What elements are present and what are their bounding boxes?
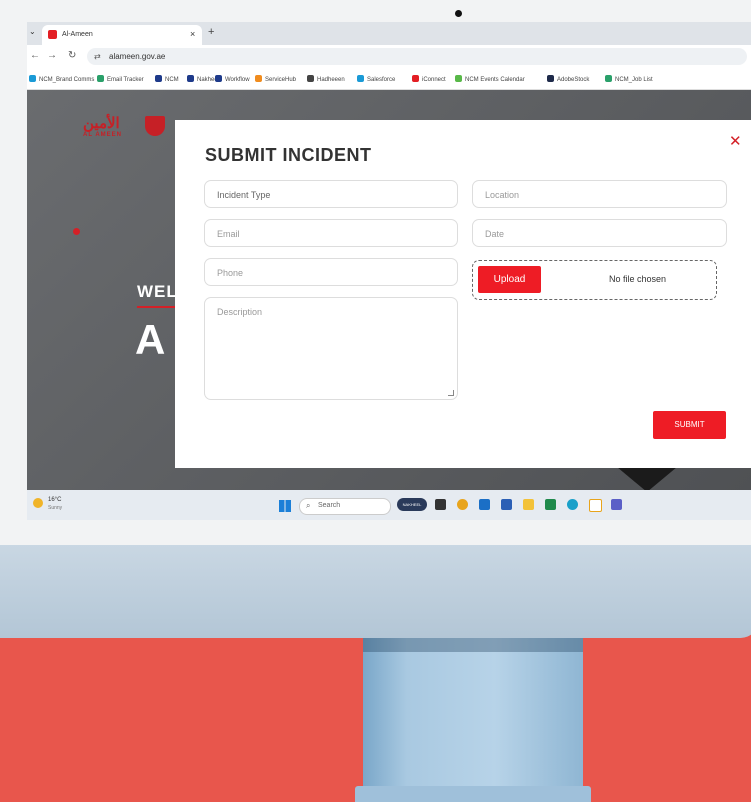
browser-tab-bar: ⌄ Al-Ameen × +	[27, 22, 751, 45]
weather-condition: Sunny	[48, 505, 63, 511]
logo-english: AL AMEEN	[83, 132, 123, 138]
bookmark-label: AdobeStock	[557, 77, 590, 83]
stand-shadow	[363, 638, 583, 652]
search-label: Search	[318, 502, 341, 509]
monitor-foot	[355, 786, 591, 802]
upload-status: No file chosen	[609, 274, 667, 284]
monitor-chin	[0, 545, 751, 638]
browser-tab[interactable]: Al-Ameen ×	[42, 25, 202, 45]
sun-icon[interactable]	[33, 498, 43, 508]
monitor-stand	[363, 638, 583, 788]
submit-button[interactable]: SUBMIT	[653, 411, 726, 439]
welcome-heading: WEL	[137, 282, 178, 301]
web-page: الأمين AL AMEEN WEL A SUBMIT INCIDENT ✕ …	[27, 90, 751, 492]
tab-title: Al-Ameen	[62, 31, 93, 38]
incident-type-field[interactable]: Incident Type	[204, 180, 458, 208]
outlook-icon[interactable]	[479, 499, 490, 510]
upload-button[interactable]: Upload	[478, 266, 541, 293]
nakheel-app-icon[interactable]: NAKHEEL	[397, 498, 427, 511]
bookmark-label: Hadheeen	[317, 77, 345, 83]
bookmark-item[interactable]: Salesforce	[357, 75, 395, 83]
teams-icon[interactable]	[611, 499, 622, 510]
bookmark-icon	[412, 75, 419, 82]
chrome-icon[interactable]	[457, 499, 468, 510]
url-text: alameen.gov.ae	[109, 52, 166, 61]
bookmark-item[interactable]: NCM_Job List	[605, 75, 653, 83]
bookmark-icon	[605, 75, 612, 82]
word-icon[interactable]	[501, 499, 512, 510]
bookmark-label: ServiceHub	[265, 77, 297, 83]
submit-incident-modal: SUBMIT INCIDENT ✕ Incident Type Location…	[175, 120, 751, 468]
phone-field[interactable]: Phone	[204, 258, 458, 286]
bookmark-icon	[29, 75, 36, 82]
bookmarks-bar: NCM_Brand Comms Email Tracker NCM Nakheel Wo…	[27, 69, 751, 90]
edge-icon[interactable]	[567, 499, 578, 510]
bookmark-label: NCM	[165, 77, 179, 83]
close-icon[interactable]: ✕	[729, 132, 742, 150]
bookmark-label: NCM_Job List	[615, 77, 653, 83]
bookmark-icon	[255, 75, 262, 82]
camera-dot	[455, 10, 462, 17]
tab-search-icon[interactable]: ⌄	[29, 27, 36, 36]
back-icon[interactable]: ←	[30, 50, 40, 61]
file-explorer-icon[interactable]	[523, 499, 534, 510]
address-bar: ← → ↻ ⇄ alameen.gov.ae	[27, 45, 751, 69]
modal-title: SUBMIT INCIDENT	[205, 145, 372, 165]
bookmark-label: NCM_Brand Comms	[39, 77, 95, 83]
taskbar: 16°C Sunny ⌕ Search NAKHEEL	[27, 490, 751, 520]
paint-icon[interactable]	[589, 499, 602, 512]
bookmark-item[interactable]: NCM	[155, 75, 179, 83]
bookmark-icon	[307, 75, 314, 82]
email-field[interactable]: Email	[204, 219, 458, 247]
bookmark-item[interactable]: NCM Events Calendar	[455, 75, 525, 83]
bookmark-label: iConnect	[422, 77, 446, 83]
description-textarea[interactable]: Description	[204, 297, 458, 400]
excel-icon[interactable]	[545, 499, 556, 510]
url-input[interactable]	[87, 48, 747, 65]
bookmark-label: NCM Events Calendar	[465, 77, 525, 83]
description-placeholder: Description	[217, 307, 263, 317]
bookmark-item[interactable]: Hadheeen	[307, 75, 345, 83]
taskbar-search[interactable]: ⌕ Search	[299, 498, 391, 515]
hero-headline: A	[135, 316, 166, 363]
carousel-dot[interactable]	[73, 228, 80, 235]
bookmark-icon	[155, 75, 162, 82]
bookmark-label: Salesforce	[367, 77, 396, 83]
bookmark-icon	[455, 75, 462, 82]
favicon-icon	[48, 30, 57, 39]
bookmark-item[interactable]: iConnect	[412, 75, 446, 83]
logo-arabic: الأمين	[83, 115, 120, 132]
bookmark-icon	[357, 75, 364, 82]
bookmark-item[interactable]: AdobeStock	[547, 75, 589, 83]
tab-close-icon[interactable]: ×	[190, 29, 195, 39]
bookmark-item[interactable]: Workflow	[215, 75, 250, 83]
reload-icon[interactable]: ↻	[68, 50, 76, 61]
shield-icon	[145, 116, 165, 136]
bookmark-icon	[187, 75, 194, 82]
site-info-icon[interactable]: ⇄	[94, 52, 101, 61]
location-field[interactable]: Location	[472, 180, 727, 208]
forward-icon[interactable]: →	[47, 50, 57, 61]
decorative-triangle	[617, 467, 677, 492]
bookmark-icon	[97, 75, 104, 82]
start-icon[interactable]	[279, 500, 291, 512]
new-tab-button[interactable]: +	[208, 26, 214, 38]
al-ameen-logo[interactable]: الأمين AL AMEEN	[83, 114, 165, 138]
search-icon: ⌕	[306, 501, 311, 510]
resize-handle-icon[interactable]	[448, 390, 454, 396]
file-upload-area[interactable]: Upload No file chosen	[472, 260, 717, 300]
heading-underline	[137, 306, 177, 308]
screen: ⌄ Al-Ameen × + ← → ↻ ⇄ alameen.gov.ae NC…	[27, 22, 751, 520]
date-field[interactable]: Date	[472, 219, 727, 247]
bookmark-icon	[547, 75, 554, 82]
bookmark-label: Email Tracker	[107, 77, 144, 83]
weather-temperature: 16°C	[48, 497, 62, 503]
bookmark-item[interactable]: Email Tracker	[97, 75, 144, 83]
task-view-icon[interactable]	[435, 499, 446, 510]
bookmark-icon	[215, 75, 222, 82]
bookmark-item[interactable]: NCM_Brand Comms	[29, 75, 94, 83]
bookmark-label: Workflow	[225, 77, 250, 83]
bookmark-item[interactable]: ServiceHub	[255, 75, 296, 83]
